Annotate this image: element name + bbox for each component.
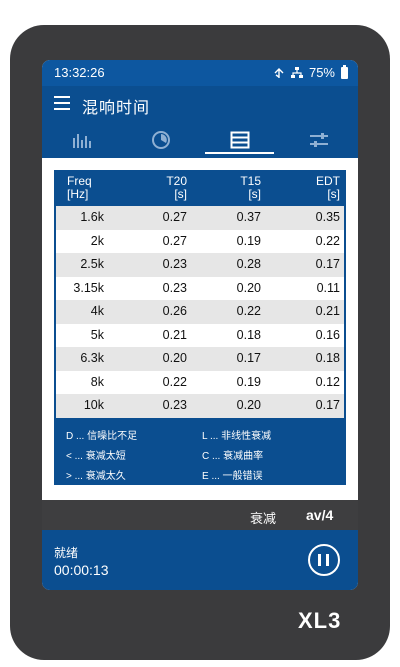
col-header-freq: Freq [Hz] <box>67 174 92 201</box>
table-cell: 0.17 <box>315 257 340 271</box>
bar-graph-icon <box>72 134 91 148</box>
table-cell: 0.19 <box>236 374 261 389</box>
table-cell: 0.22 <box>236 304 261 318</box>
table-cell: 0.23 <box>162 257 187 271</box>
table-cell: 0.18 <box>315 351 340 365</box>
table-cell: 3.15k <box>73 280 104 295</box>
status-bar: 13:32:26 75% <box>42 60 358 86</box>
table-row: 1.6k 0.27 0.37 0.35 <box>56 206 344 230</box>
col-header-t15: T15 [s] <box>240 174 261 201</box>
measurement-status: 就绪 <box>54 546 79 560</box>
table-header: Freq [Hz] T20 [s] T15 [s] EDT [s] <box>54 170 346 206</box>
battery-percent: 75% <box>308 65 335 80</box>
device-screen: 13:32:26 75% 混响时间 Freq [Hz] T20 [s] T15 … <box>42 60 358 590</box>
tab-decay[interactable] <box>121 122 200 158</box>
network-icon <box>290 66 303 78</box>
decay-value: av/4 <box>306 507 334 523</box>
tab-settings[interactable] <box>279 122 358 158</box>
legend-item: < ... 衰减太短 <box>66 451 126 462</box>
table-cell: 0.19 <box>236 233 261 248</box>
table-cell: 0.26 <box>162 304 187 318</box>
pause-icon <box>318 554 321 566</box>
footer: 就绪 00:00:13 <box>42 530 358 590</box>
table-cell: 0.37 <box>236 210 261 224</box>
table-cell: 0.20 <box>236 398 261 412</box>
table-row: 3.15k 0.23 0.20 0.11 <box>56 276 344 300</box>
table-cell: 0.21 <box>162 327 187 342</box>
table-cell: 0.17 <box>236 351 261 365</box>
app-header: 混响时间 <box>42 86 358 158</box>
table-cell: 0.23 <box>162 280 187 295</box>
brand-logo: XL3 <box>298 608 342 633</box>
table-body: 1.6k 0.27 0.37 0.35 2k 0.27 0.19 0.22 2.5k 0.23 0.… <box>56 206 344 418</box>
table-cell: 2k <box>90 233 104 248</box>
decay-clock-icon <box>151 131 170 149</box>
col-header-t20: T20 [s] <box>166 174 187 201</box>
table-row: 8k 0.22 0.19 0.12 <box>56 370 344 394</box>
menu-icon[interactable] <box>54 96 70 110</box>
tab-table[interactable] <box>200 122 279 158</box>
decay-label: 衰减 <box>250 511 277 526</box>
legend-item: D ... 信噪比不足 <box>66 431 138 442</box>
table-row: 6.3k 0.20 0.17 0.18 <box>56 347 344 371</box>
page-title: 混响时间 <box>82 100 151 117</box>
results-panel: Freq [Hz] T20 [s] T15 [s] EDT [s] 1.6k 0.27 0.… <box>54 170 346 485</box>
table-cell: 4k <box>90 304 104 318</box>
table-cell: 0.28 <box>236 257 261 271</box>
legend-item: C ... 衰减曲率 <box>202 451 264 462</box>
decay-bar[interactable]: 衰减 av/4 <box>42 500 358 530</box>
table-cell: 5k <box>90 327 104 342</box>
table-row: 10k 0.23 0.20 0.17 <box>56 394 344 418</box>
table-row: 4k 0.26 0.22 0.21 <box>56 300 344 324</box>
col-header-edt: EDT [s] <box>316 174 340 201</box>
legend-item: E ... 一般错误 <box>202 471 263 482</box>
table-cell: 0.27 <box>162 233 187 248</box>
status-time: 13:32:26 <box>54 65 105 80</box>
legend-item: > ... 衰减太久 <box>66 471 126 482</box>
table-icon <box>230 131 249 149</box>
table-cell: 0.20 <box>162 351 187 365</box>
settings-sliders-icon <box>309 133 328 147</box>
table-cell: 0.27 <box>162 210 187 224</box>
usb-icon <box>274 67 284 78</box>
elapsed-time: 00:00:13 <box>54 562 109 578</box>
table-cell: 8k <box>90 374 104 389</box>
table-cell: 6.3k <box>80 351 104 365</box>
table-cell: 2.5k <box>80 257 104 271</box>
battery-icon <box>341 64 348 79</box>
table-cell: 0.11 <box>316 280 340 295</box>
table-cell: 0.23 <box>162 398 187 412</box>
legend-item: L ... 非线性衰减 <box>202 431 272 442</box>
tab-bar <box>42 122 358 158</box>
pause-button[interactable] <box>308 544 340 576</box>
table-cell: 0.16 <box>315 327 340 342</box>
table-cell: 0.20 <box>236 280 261 295</box>
table-cell: 10k <box>83 398 104 412</box>
table-row: 5k 0.21 0.18 0.16 <box>56 323 344 347</box>
table-cell: 0.18 <box>236 327 261 342</box>
table-cell: 0.22 <box>315 233 340 248</box>
table-cell: 0.35 <box>315 210 340 224</box>
table-cell: 0.12 <box>315 374 340 389</box>
table-row: 2.5k 0.23 0.28 0.17 <box>56 253 344 277</box>
table-cell: 0.22 <box>162 374 187 389</box>
table-cell: 0.21 <box>315 304 340 318</box>
table-cell: 1.6k <box>80 210 104 224</box>
tab-bar-graph[interactable] <box>42 122 121 158</box>
table-cell: 0.17 <box>315 398 340 412</box>
table-row: 2k 0.27 0.19 0.22 <box>56 229 344 253</box>
